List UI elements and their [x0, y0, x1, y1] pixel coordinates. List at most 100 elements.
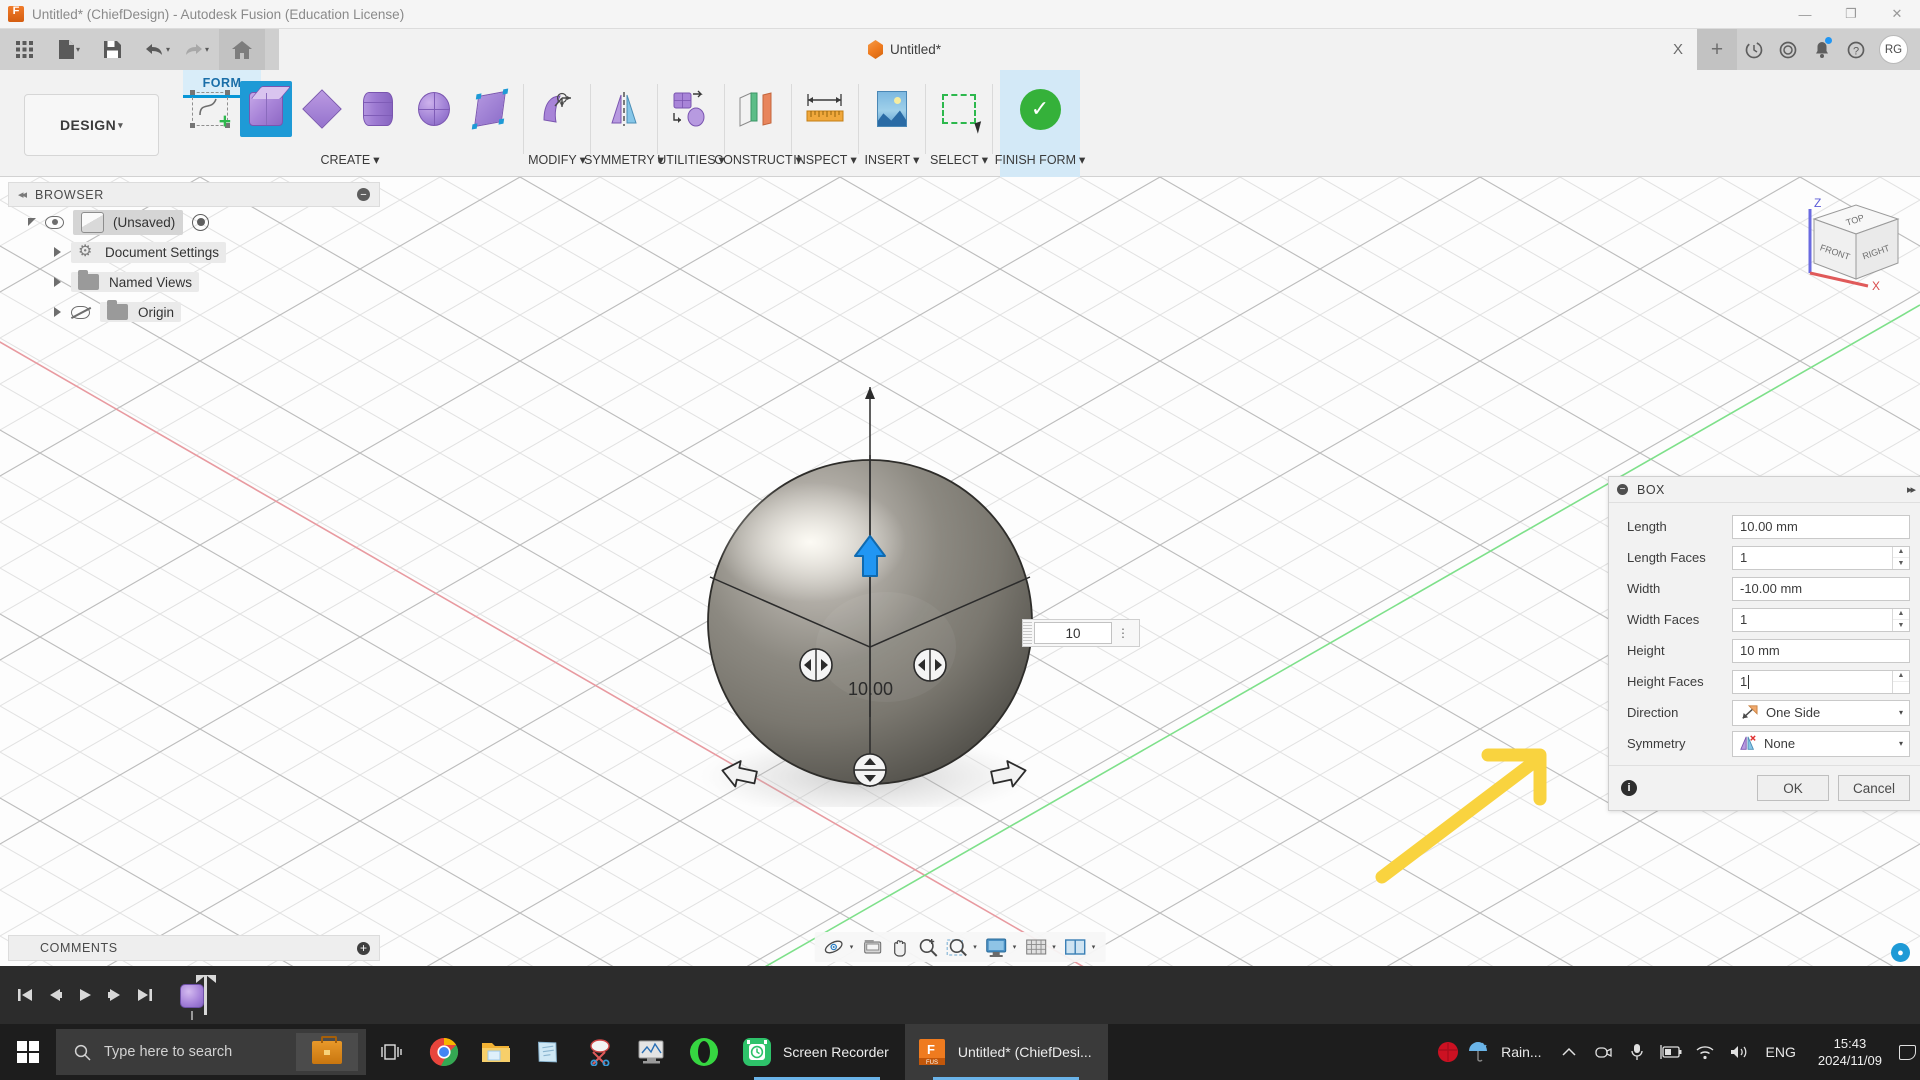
expand-triangle-icon[interactable] — [54, 307, 61, 317]
create-cylinder-icon[interactable] — [352, 81, 404, 137]
visibility-eye-icon[interactable] — [45, 215, 64, 229]
new-document-caret[interactable]: ▾ — [76, 45, 80, 54]
tray-chevron-up-icon[interactable] — [1552, 1024, 1586, 1080]
create-plane-icon[interactable] — [296, 81, 348, 137]
modify-edit-form-icon[interactable] — [531, 81, 583, 137]
width-faces-input[interactable]: 1 ▲ ▼ — [1732, 607, 1910, 632]
browser-row-unsaved[interactable]: (Unsaved) — [8, 207, 380, 237]
box-dialog[interactable]: − BOX ▸▸ Length 10.00 mm Length Faces 1 … — [1608, 476, 1920, 811]
length-faces-input[interactable]: 1 ▲ ▼ — [1732, 545, 1910, 570]
job-status-icon[interactable] — [1737, 29, 1771, 70]
weather-label[interactable]: Rain... — [1491, 1044, 1551, 1060]
create-box-icon[interactable] — [240, 81, 292, 137]
orbit-caret-icon[interactable]: ▾ — [850, 943, 854, 951]
select-window-icon[interactable] — [933, 81, 985, 137]
maximize-button[interactable]: ❐ — [1828, 0, 1874, 29]
tray-wifi-icon[interactable] — [1688, 1024, 1722, 1080]
browser-header[interactable]: ◂◂ BROWSER − — [8, 182, 380, 207]
width-input[interactable]: -10.00 mm — [1732, 576, 1910, 601]
info-icon[interactable]: i — [1621, 780, 1637, 796]
direction-caret-icon[interactable]: ▾ — [1899, 708, 1903, 717]
timeline-play-icon[interactable] — [70, 978, 100, 1012]
taskbar-app-performance-monitor[interactable] — [626, 1024, 678, 1080]
tray-volume-icon[interactable] — [1722, 1024, 1756, 1080]
spinner-down-icon[interactable]: ▼ — [1893, 620, 1909, 631]
close-button[interactable]: ✕ — [1874, 0, 1920, 29]
tray-battery-icon[interactable] — [1654, 1024, 1688, 1080]
help-icon[interactable]: ? — [1839, 29, 1873, 70]
notification-center-button[interactable] — [1894, 1024, 1920, 1080]
inline-value-editor[interactable]: ⋮ — [1022, 619, 1140, 647]
dialog-collapse-icon[interactable]: − — [1617, 484, 1628, 495]
expand-triangle-icon[interactable] — [54, 247, 61, 257]
direction-select[interactable]: One Side ▾ — [1732, 699, 1910, 726]
symmetry-caret-icon[interactable]: ▾ — [1899, 739, 1903, 748]
redo-caret[interactable]: ▾ — [205, 45, 209, 54]
height-input[interactable]: 10 mm — [1732, 638, 1910, 663]
length-faces-spinner[interactable]: ▲ ▼ — [1892, 546, 1909, 569]
undo-caret[interactable]: ▾ — [166, 45, 170, 54]
browser-row-named-views[interactable]: Named Views — [8, 267, 380, 297]
ribbon-group-symmetry-label[interactable]: SYMMETRY ▾ — [584, 152, 664, 168]
construct-plane-icon[interactable] — [732, 81, 784, 137]
create-sketch-icon[interactable]: + — [184, 81, 236, 137]
view-cube[interactable]: Z X TOP FRONT RIGHT — [1794, 187, 1912, 292]
document-tab-close-icon[interactable]: X — [1667, 41, 1689, 58]
tray-camera-icon[interactable] — [1586, 1024, 1620, 1080]
visibility-eye-off-icon[interactable] — [70, 305, 92, 319]
ribbon-group-inspect-label[interactable]: INSPECT ▾ — [793, 152, 856, 168]
dialog-expand-icon[interactable]: ▸▸ — [1907, 483, 1916, 496]
spinner-up-icon[interactable]: ▲ — [1893, 670, 1909, 682]
inline-value-menu-icon[interactable]: ⋮ — [1117, 627, 1129, 639]
manipulator-arrow-up[interactable] — [852, 534, 888, 580]
timeline-box-feature-icon[interactable] — [180, 984, 204, 1008]
cancel-button[interactable]: Cancel — [1838, 775, 1910, 801]
create-quadball-icon[interactable] — [464, 81, 516, 137]
ok-button[interactable]: OK — [1757, 775, 1829, 801]
expand-triangle-icon[interactable] — [28, 218, 36, 226]
box-dialog-header[interactable]: − BOX ▸▸ — [1609, 477, 1920, 503]
spinner-down-icon[interactable]: ▼ — [1893, 558, 1909, 569]
grid-snaps-icon[interactable] — [1022, 934, 1049, 960]
zoom-in-icon[interactable] — [915, 934, 941, 960]
ribbon-group-construct-label[interactable]: CONSTRUCT ▾ — [714, 152, 802, 168]
apps-grid-icon[interactable] — [8, 33, 41, 66]
taskbar-app-screen-recorder[interactable]: Screen Recorder — [730, 1024, 905, 1080]
pan-hand-icon[interactable] — [887, 934, 913, 960]
viewport-canvas[interactable]: 10.00 ⋮ ◂◂ BROWSER − — [0, 177, 1920, 966]
language-indicator[interactable]: ENG — [1756, 1044, 1806, 1060]
taskbar-app-sticky-notes[interactable] — [522, 1024, 574, 1080]
spinner-up-icon[interactable]: ▲ — [1893, 608, 1909, 620]
ribbon-group-finish-form-label[interactable]: FINISH FORM ▾ — [995, 152, 1086, 168]
document-tab-label[interactable]: Untitled* — [890, 42, 941, 57]
taskbar-app-file-explorer[interactable] — [470, 1024, 522, 1080]
inline-value-input[interactable] — [1034, 622, 1112, 644]
new-tab-button[interactable]: + — [1697, 29, 1737, 70]
home-button[interactable] — [219, 29, 265, 70]
browser-row-origin[interactable]: Origin — [8, 297, 380, 327]
notifications-bell-icon[interactable] — [1805, 29, 1839, 70]
orbit-icon[interactable] — [821, 934, 847, 960]
look-at-icon[interactable] — [859, 934, 885, 960]
timeline-feature-marker[interactable] — [180, 975, 216, 1020]
timeline-go-to-beginning-icon[interactable] — [10, 978, 40, 1012]
taskbar-app-google-chrome[interactable] — [418, 1024, 470, 1080]
task-view-button[interactable] — [366, 1024, 418, 1080]
undo-icon[interactable]: ▾ — [141, 33, 174, 66]
grid-snaps-caret-icon[interactable]: ▾ — [1052, 943, 1056, 951]
inspect-measure-icon[interactable] — [799, 81, 851, 137]
manipulator-face-vertical[interactable] — [852, 747, 888, 793]
browser-collapse-icon[interactable]: ◂◂ — [18, 188, 27, 201]
expand-triangle-icon[interactable] — [54, 277, 61, 287]
minimize-button[interactable]: — — [1782, 0, 1828, 29]
symmetry-select[interactable]: None ▾ — [1732, 730, 1910, 757]
inline-value-grip[interactable] — [1023, 620, 1032, 646]
recent-activity-icon[interactable] — [1771, 29, 1805, 70]
finish-form-icon[interactable]: ✓ — [1010, 81, 1070, 137]
insert-image-icon[interactable] — [866, 81, 918, 137]
fusion-brand-badge[interactable]: ● — [1891, 943, 1910, 962]
add-comment-icon[interactable]: + — [357, 941, 370, 955]
comments-panel[interactable]: COMMENTS + — [8, 935, 380, 961]
spinner-up-icon[interactable]: ▲ — [1893, 546, 1909, 558]
height-faces-spinner[interactable]: ▲ — [1892, 670, 1909, 693]
